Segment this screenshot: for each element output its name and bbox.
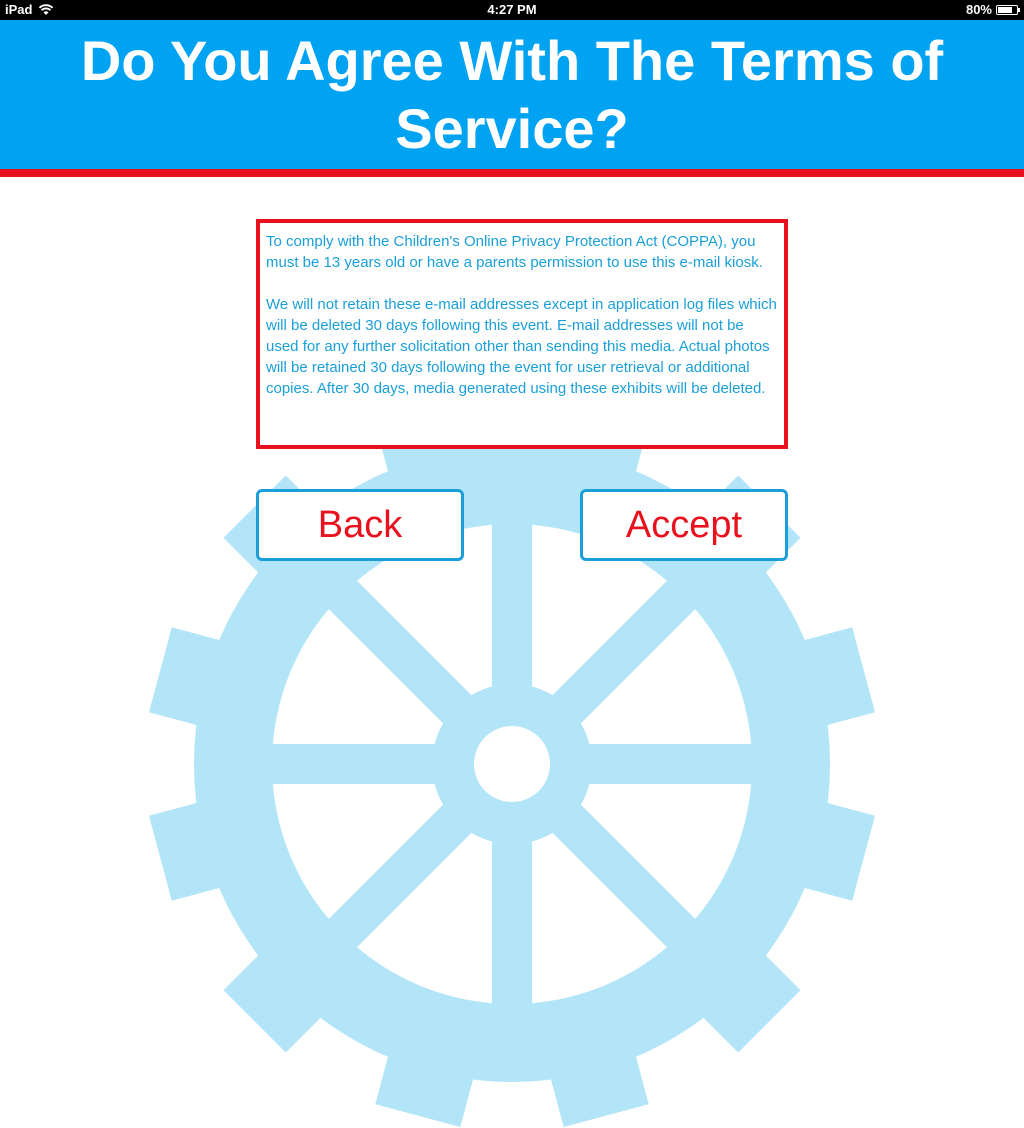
battery-percent: 80% [965, 2, 992, 17]
header-divider [0, 169, 1024, 177]
battery-icon [996, 4, 1020, 15]
back-button[interactable]: Back [256, 489, 464, 561]
terms-paragraph-coppa: To comply with the Children's Online Pri… [266, 233, 763, 271]
accept-button[interactable]: Accept [580, 489, 788, 561]
status-right: 80% [965, 2, 1020, 17]
terms-paragraph-retention: We will not retain these e-mail addresse… [266, 296, 777, 397]
terms-text-box: To comply with the Children's Online Pri… [256, 219, 788, 449]
battery-fill [998, 6, 1013, 13]
page-title: Do You Agree With The Terms of Service? [80, 28, 944, 160]
header-banner: Do You Agree With The Terms of Service? [0, 20, 1024, 169]
status-bar: iPad 4:27 PM 80% [0, 0, 1024, 20]
status-time: 4:27 PM [487, 2, 537, 17]
